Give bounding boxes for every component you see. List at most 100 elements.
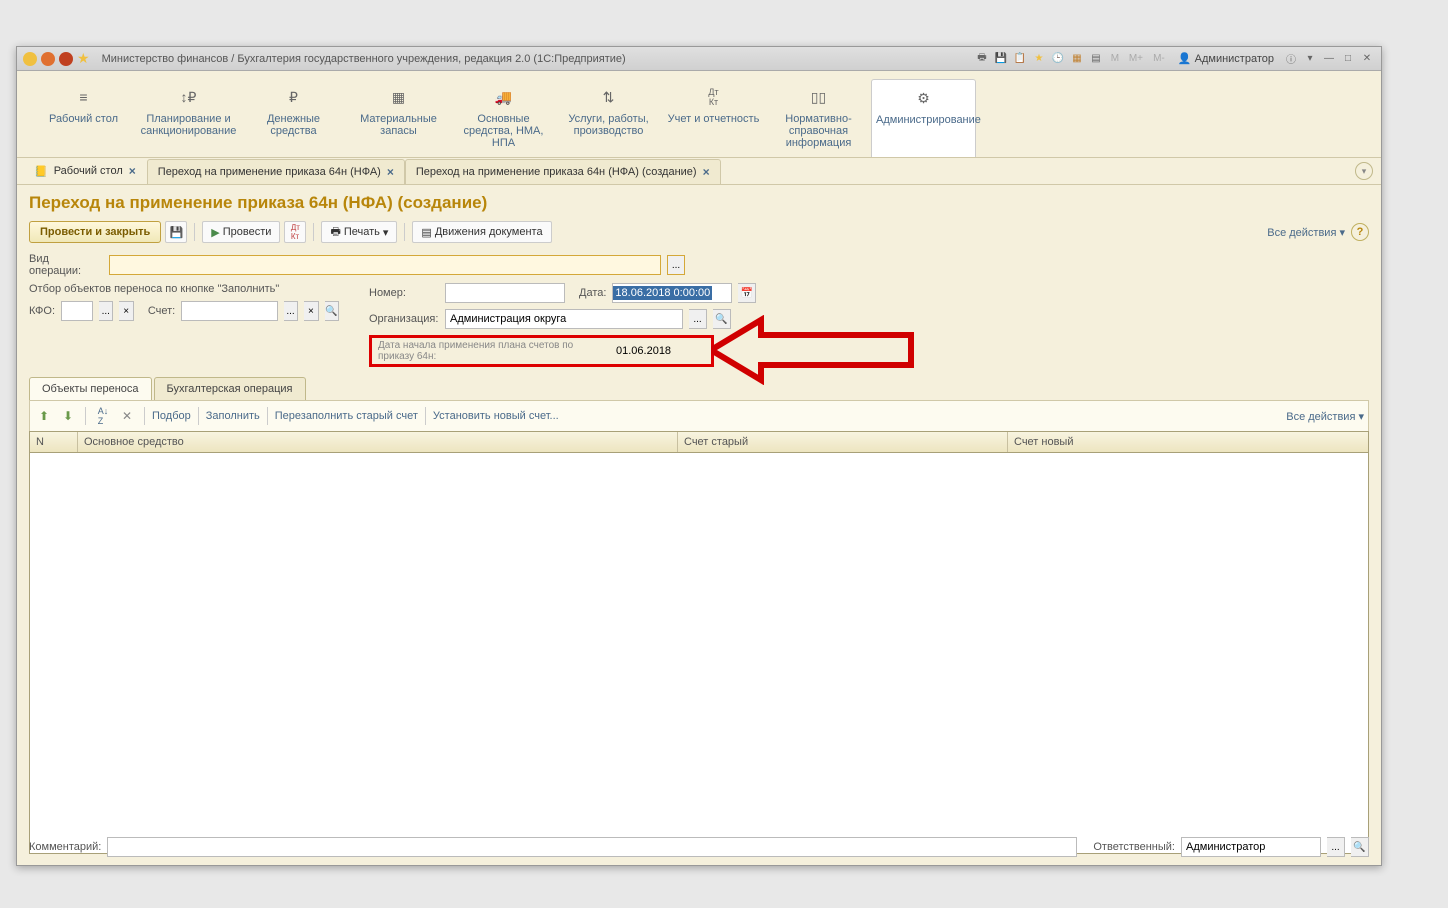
account-field[interactable] xyxy=(181,301,278,321)
responsible-field[interactable]: Администратор xyxy=(1181,837,1321,857)
nav-reference[interactable]: ▯▯Нормативно-справочная информация xyxy=(766,79,871,157)
main-toolbar: Провести и закрыть 💾 ▶Провести ДтКт 🖶Печ… xyxy=(29,221,1369,243)
m-btn[interactable]: M xyxy=(1107,51,1123,67)
print-button[interactable]: 🖶Печать▾ xyxy=(321,221,397,243)
history-icon[interactable]: 🕒 xyxy=(1050,51,1066,67)
mplus-btn[interactable]: M+ xyxy=(1126,51,1146,67)
row-operation: Вид операции: ... xyxy=(29,253,1369,277)
footer: Комментарий: Ответственный: Администрато… xyxy=(29,837,1369,857)
nav-back-icon[interactable] xyxy=(41,52,55,66)
sub-all-actions-link[interactable]: Все действия ▾ xyxy=(1286,410,1364,423)
print-icon[interactable]: 🖶 xyxy=(974,51,990,67)
nav-admin[interactable]: ⚙Администрирование xyxy=(871,79,976,157)
clipboard-icon[interactable]: 📋 xyxy=(1012,51,1028,67)
col-new[interactable]: Счет новый xyxy=(1008,432,1368,452)
main-window: ★ Министерство финансов / Бухгалтерия го… xyxy=(16,46,1382,866)
tab-close-icon[interactable]: × xyxy=(387,165,394,179)
dtkt-button[interactable]: ДтКт xyxy=(284,221,306,243)
content-area: Переход на применение приказа 64н (НФА) … xyxy=(17,185,1381,862)
account-clear-button[interactable]: × xyxy=(304,301,318,321)
kfo-clear-button[interactable]: × xyxy=(119,301,133,321)
annotation-arrow xyxy=(711,315,931,388)
operation-select-button[interactable]: ... xyxy=(667,255,685,275)
tab-order64[interactable]: Переход на применение приказа 64н (НФА) … xyxy=(147,159,405,184)
services-icon: ⇅ xyxy=(560,87,657,107)
delete-button[interactable]: ✕ xyxy=(117,406,137,426)
calc-icon[interactable]: ▦ xyxy=(1069,51,1085,67)
dropdown-icon[interactable]: ▾ xyxy=(1302,51,1318,67)
comment-field[interactable] xyxy=(107,837,1077,857)
grid-header: N Основное средство Счет старый Счет нов… xyxy=(30,432,1368,453)
responsible-search-button[interactable]: 🔍 xyxy=(1351,837,1369,857)
nav-assets[interactable]: 🚚Основные средства, НМА, НПА xyxy=(451,79,556,157)
date-field[interactable]: 18.06.2018 0:00:00 xyxy=(612,283,732,303)
account-select-button[interactable]: ... xyxy=(284,301,298,321)
kfo-field[interactable] xyxy=(61,301,93,321)
responsible-select-button[interactable]: ... xyxy=(1327,837,1345,857)
fill-link[interactable]: Заполнить xyxy=(206,410,260,422)
info-icon[interactable]: ⓘ xyxy=(1283,51,1299,67)
calendar-icon[interactable]: ▤ xyxy=(1088,51,1104,67)
nav-materials[interactable]: ▦Материальные запасы xyxy=(346,79,451,157)
dtkt-icon: ДтКт xyxy=(665,87,762,107)
window-title: Министерство финансов / Бухгалтерия госу… xyxy=(102,53,626,65)
conduct-icon: ▶ xyxy=(211,226,219,239)
start-date-label: Дата начала применения плана счетов по п… xyxy=(378,340,608,362)
submit-close-button[interactable]: Провести и закрыть xyxy=(29,221,161,243)
docs-icon: ▯▯ xyxy=(770,87,867,107)
setnew-link[interactable]: Установить новый счет... xyxy=(433,410,559,422)
col-asset[interactable]: Основное средство xyxy=(78,432,678,452)
mminus-btn[interactable]: M- xyxy=(1149,51,1169,67)
all-actions-link[interactable]: Все действия ▾ xyxy=(1267,226,1345,239)
star-icon[interactable]: ★ xyxy=(77,50,90,67)
doctab-objects[interactable]: Объекты переноса xyxy=(29,377,152,400)
nav-money[interactable]: ₽Денежные средства xyxy=(241,79,346,157)
save-icon[interactable]: 💾 xyxy=(993,51,1009,67)
nav-planning[interactable]: ↕₽Планирование и санкционирование xyxy=(136,79,241,157)
kfo-label: КФО: xyxy=(29,305,55,317)
refill-link[interactable]: Перезаполнить старый счет xyxy=(275,410,418,422)
number-field[interactable] xyxy=(445,283,565,303)
account-search-button[interactable]: 🔍 xyxy=(325,301,339,321)
move-down-button[interactable]: ⬇ xyxy=(58,406,78,426)
save-button[interactable]: 💾 xyxy=(165,221,187,243)
movements-button[interactable]: ▤Движения документа xyxy=(412,221,551,243)
maximize-icon[interactable]: □ xyxy=(1340,51,1356,67)
kfo-select-button[interactable]: ... xyxy=(99,301,113,321)
nav-accounting[interactable]: ДтКтУчет и отчетность xyxy=(661,79,766,157)
menu-icon: ≡ xyxy=(35,87,132,107)
org-label: Организация: xyxy=(369,313,439,325)
tab-desktop[interactable]: 📒 Рабочий стол × xyxy=(23,158,147,184)
tab-close-icon[interactable]: × xyxy=(129,164,136,178)
number-label: Номер: xyxy=(369,287,439,299)
col-n[interactable]: N xyxy=(30,432,78,452)
conduct-button[interactable]: ▶Провести xyxy=(202,221,280,243)
expand-tabs-icon[interactable]: ▾ xyxy=(1355,162,1373,180)
grid-body[interactable] xyxy=(30,453,1368,853)
select-link[interactable]: Подбор xyxy=(152,410,191,422)
doctab-accounting[interactable]: Бухгалтерская операция xyxy=(154,377,306,400)
money-icon: ₽ xyxy=(245,87,342,107)
gear-icon: ⚙ xyxy=(876,88,971,108)
org-select-button[interactable]: ... xyxy=(689,309,707,329)
tab-order64-create[interactable]: Переход на применение приказа 64н (НФА) … xyxy=(405,159,721,184)
tab-close-icon[interactable]: × xyxy=(703,165,710,179)
nav-services[interactable]: ⇅Услуги, работы, производство xyxy=(556,79,661,157)
help-icon[interactable]: ? xyxy=(1351,223,1369,241)
move-up-button[interactable]: ⬆ xyxy=(34,406,54,426)
page-title: Переход на применение приказа 64н (НФА) … xyxy=(29,193,1369,213)
nav-desktop[interactable]: ≡Рабочий стол xyxy=(31,79,136,157)
date-picker-button[interactable]: 📅 xyxy=(738,283,756,303)
sort-button[interactable]: A↓Z xyxy=(93,406,113,426)
user-label: 👤Администратор xyxy=(1178,52,1274,65)
highlighted-start-date: Дата начала применения плана счетов по п… xyxy=(369,335,714,367)
nav-fwd-icon[interactable] xyxy=(59,52,73,66)
operation-field[interactable] xyxy=(109,255,661,275)
nav-sections: ≡Рабочий стол ↕₽Планирование и санкциони… xyxy=(17,71,1381,158)
col-old[interactable]: Счет старый xyxy=(678,432,1008,452)
minimize-icon[interactable]: — xyxy=(1321,51,1337,67)
close-icon[interactable]: ✕ xyxy=(1359,51,1375,67)
start-date-value: 01.06.2018 xyxy=(616,345,671,357)
org-field[interactable]: Администрация округа xyxy=(445,309,683,329)
favorite-icon[interactable]: ★ xyxy=(1031,51,1047,67)
